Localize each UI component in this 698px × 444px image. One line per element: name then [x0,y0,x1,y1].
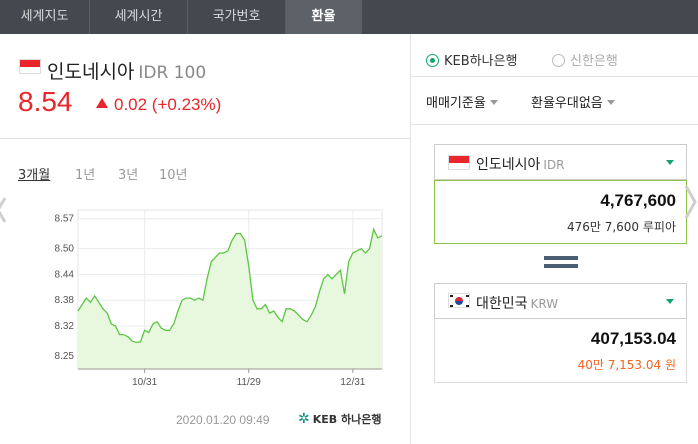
tab-world-time[interactable]: 세계시간 [90,0,188,34]
y-tick-label: 8.38 [55,295,75,306]
chevron-down-icon [606,100,615,105]
rate-type-dropdown[interactable]: 매매기준율 [426,92,498,111]
tab-bar: 세계지도 세계시간 국가번호 환율 [0,0,698,34]
x-tick-label: 12/31 [340,377,365,388]
y-tick-label: 8.44 [55,269,75,280]
period-10-years[interactable]: 10년 [159,164,188,183]
discount-dropdown[interactable]: 환율우대없음 [531,92,615,111]
bank-logo-text: KEB 하나은행 [312,413,382,426]
radio-selected-icon [426,54,439,67]
from-code: IDR [543,158,565,172]
bank-radio-shinhan[interactable]: 신한은행 [552,50,618,69]
from-amount-words: 476만 7,600 루피아 [566,220,676,234]
rate-type-label: 매매기준율 [426,96,486,111]
x-tick-label: 11/29 [237,377,262,388]
quote-title: 인도네시아 IDR 100 [47,57,206,84]
to-currency-select[interactable]: 대한민국 KRW [434,283,687,319]
quote-change: 0.02 (+0.23%) [96,95,221,115]
indonesia-flag-icon [448,155,470,170]
radio-unselected-icon [552,54,565,67]
rate-chart: 8.57 8.50 8.44 8.38 8.32 8.25 10/31 11/29 12/31 [55,209,383,388]
dropdown-arrow-icon [666,160,674,165]
tab-country-code[interactable]: 국가번호 [188,0,286,34]
korea-flag-icon [448,293,470,308]
quote-change-value: 0.02 (+0.23%) [114,95,222,114]
y-tick-label: 8.32 [55,321,75,332]
section-divider [0,138,410,139]
to-code: KRW [530,297,559,311]
period-1-year[interactable]: 1년 [75,164,95,183]
to-amount: 407,153.04 [590,329,676,348]
from-currency-label: 인도네시아 IDR [476,154,565,174]
right-divider-top [411,76,698,77]
previous-arrow-icon[interactable] [0,196,6,224]
equals-icon [544,256,578,270]
period-3-months[interactable]: 3개월 [18,164,50,183]
to-country: 대한민국 [476,296,528,312]
tab-exchange-rate[interactable]: 환율 [286,0,362,34]
last-updated: 2020.01.20 09:49 [176,413,270,427]
quote-country: 인도네시아 [47,61,135,83]
to-currency-label: 대한민국 KRW [476,293,558,313]
tab-bar-fill [362,0,698,34]
to-amount-output: 407,153.04 40만 7,153.04 원 [434,319,687,383]
chevron-down-icon [489,100,498,105]
quote-code: IDR 100 [138,63,207,83]
from-amount-input[interactable]: 4,767,600 476만 7,600 루피아 [434,180,687,244]
y-tick-label: 8.25 [55,351,75,362]
from-amount: 4,767,600 [600,191,676,210]
period-3-years[interactable]: 3년 [118,164,138,183]
dropdown-arrow-icon [666,299,674,304]
hana-bank-icon: ✲ [298,411,310,427]
right-divider-bottom [411,124,698,125]
up-arrow-icon [96,98,108,108]
indonesia-flag-icon [19,59,41,74]
next-arrow-icon[interactable] [684,184,698,220]
tab-world-map[interactable]: 세계지도 [0,0,90,34]
y-tick-label: 8.50 [55,244,75,255]
discount-label: 환율우대없음 [531,96,603,111]
bank-logo: ✲ KEB 하나은행 [298,411,381,427]
y-tick-label: 8.57 [55,214,75,225]
bank-radio-hana[interactable]: KEB하나은행 [426,50,518,69]
quote-price: 8.54 [18,86,73,117]
from-country: 인도네시아 [476,157,541,173]
to-amount-words: 40만 7,153.04 원 [577,358,676,372]
bank-radio-shinhan-label: 신한은행 [570,54,618,69]
x-tick-label: 10/31 [132,377,157,388]
panel-divider [410,34,411,444]
bank-radio-hana-label: KEB하나은행 [444,54,518,69]
from-currency-select[interactable]: 인도네시아 IDR [434,144,687,180]
